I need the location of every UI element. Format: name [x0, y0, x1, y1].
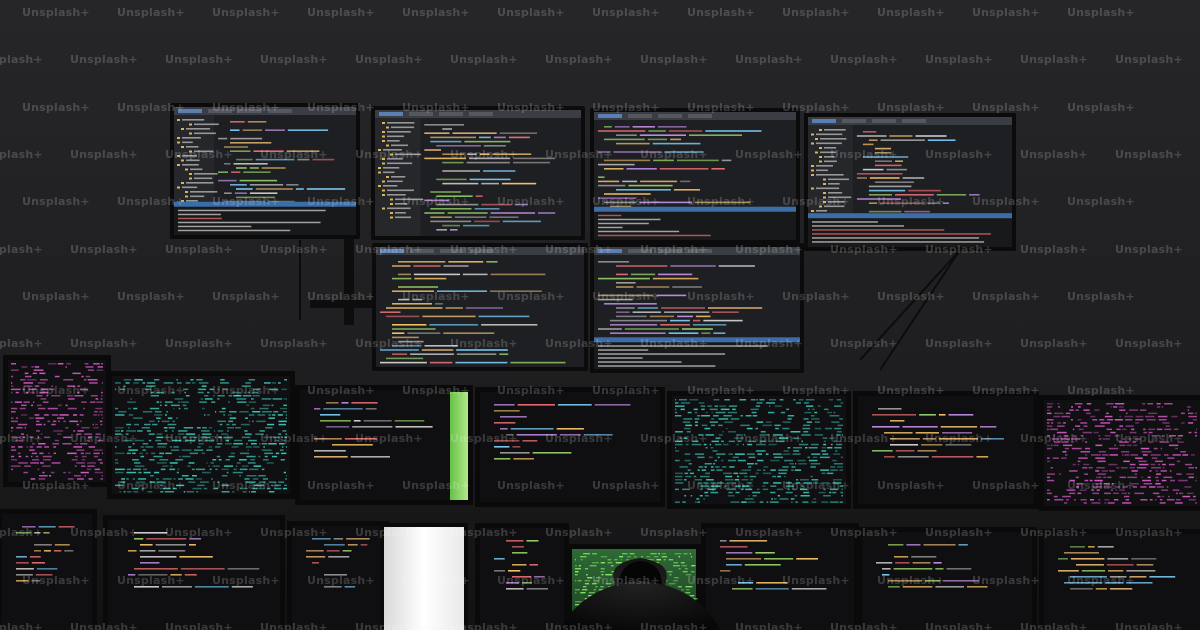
- code-monitor: [804, 113, 1016, 251]
- code-monitor: [0, 509, 97, 630]
- code-monitor: [590, 108, 800, 244]
- code-monitor: [475, 387, 665, 507]
- code-monitor: [1039, 529, 1200, 630]
- code-monitor: [103, 515, 285, 630]
- code-monitor: [853, 391, 1039, 509]
- code-monitor: [857, 527, 1037, 630]
- code-monitor: [372, 243, 588, 371]
- code-monitor: [475, 523, 569, 630]
- code-monitor: [590, 243, 804, 373]
- photo-illustration: [0, 0, 1200, 630]
- code-monitor: [287, 521, 389, 630]
- noise-monitor: [3, 355, 111, 487]
- code-monitor: [295, 385, 473, 505]
- noise-monitor: [107, 371, 295, 499]
- noise-monitor: [1039, 395, 1200, 511]
- code-monitor: [371, 106, 585, 240]
- code-monitor: [170, 103, 360, 239]
- photo-scene: Unsplash+Unsplash+Unsplash+Unsplash+Unsp…: [0, 0, 1200, 630]
- noise-monitor: [667, 391, 851, 509]
- code-monitor: [701, 523, 859, 630]
